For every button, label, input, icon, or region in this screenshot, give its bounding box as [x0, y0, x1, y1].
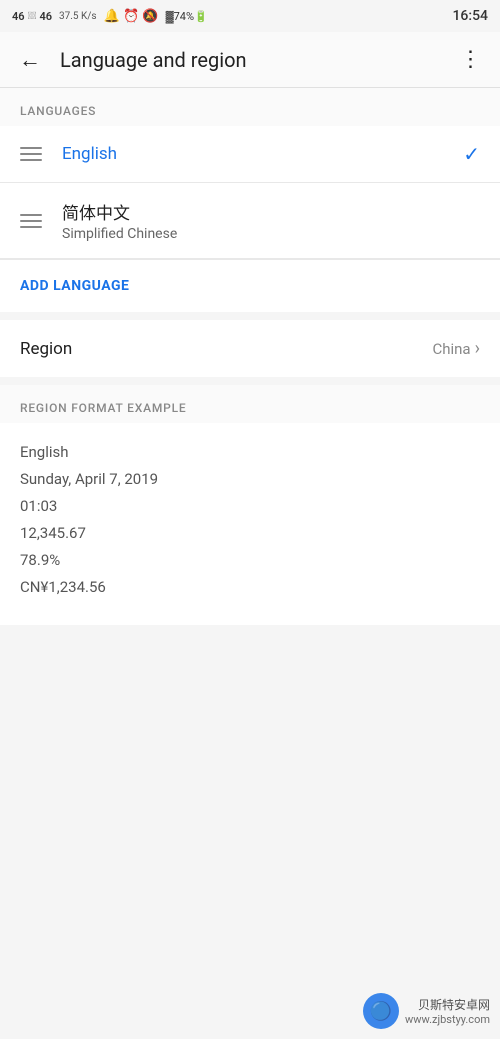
format-line-number: 12,345.67: [20, 520, 480, 547]
notification-icons: 🔔 ⏰ 🔕: [104, 9, 159, 24]
language-item-chinese[interactable]: 简体中文 Simplified Chinese: [0, 183, 500, 259]
more-dots-icon: ⋮: [460, 47, 481, 72]
page-title: Language and region: [60, 48, 448, 72]
region-label: Region: [20, 339, 432, 359]
lang-subtitle-chinese: Simplified Chinese: [62, 226, 480, 242]
format-section: REGION FORMAT EXAMPLE English Sunday, Ap…: [0, 385, 500, 625]
add-language-button[interactable]: ADD LANGUAGE: [0, 259, 500, 312]
watermark: 🔵 贝斯特安卓网 www.zjbstyy.com: [363, 993, 490, 1029]
more-options-button[interactable]: ⋮: [448, 38, 492, 82]
back-arrow-icon: ←: [19, 47, 41, 73]
format-content: English Sunday, April 7, 2019 01:03 12,3…: [0, 423, 500, 625]
watermark-url: www.zjbstyy.com: [405, 1013, 490, 1026]
languages-section: LANGUAGES English ✓ 简体中文 Simplified Chin…: [0, 88, 500, 312]
status-left: 46 ᷊ᷤ 46 37.5 K/s 🔔 ⏰ 🔕 ▓74%🔋: [12, 9, 208, 24]
lang-info-english: English: [62, 144, 463, 164]
format-line-currency: CN¥1,234.56: [20, 574, 480, 601]
drag-handle-english[interactable]: [20, 147, 42, 161]
format-line-date: Sunday, April 7, 2019: [20, 466, 480, 493]
status-bar: 46 ᷊ᷤ 46 37.5 K/s 🔔 ⏰ 🔕 ▓74%🔋 16:54: [0, 0, 500, 32]
lang-info-chinese: 简体中文 Simplified Chinese: [62, 199, 480, 242]
add-language-label: ADD LANGUAGE: [20, 278, 129, 294]
status-right: 16:54: [452, 8, 488, 24]
watermark-text: 贝斯特安卓网 www.zjbstyy.com: [405, 996, 490, 1026]
clock: 16:54: [452, 8, 488, 24]
region-item[interactable]: Region China ›: [0, 320, 500, 377]
chevron-right-icon: ›: [475, 338, 480, 359]
format-line-percent: 78.9%: [20, 547, 480, 574]
lang-name-english: English: [62, 144, 463, 164]
region-section: Region China ›: [0, 320, 500, 377]
watermark-icon: 🔵: [363, 993, 399, 1029]
battery-status: ▓74%🔋: [166, 10, 208, 23]
signal-sep: ᷊ᷤ: [28, 11, 37, 22]
signal-icon-1: 46: [12, 10, 25, 23]
format-header: REGION FORMAT EXAMPLE: [0, 385, 500, 423]
lang-name-chinese: 简体中文: [62, 199, 480, 224]
selected-checkmark-icon: ✓: [463, 142, 480, 166]
data-speed: 37.5 K/s: [59, 11, 97, 22]
watermark-site-name: 贝斯特安卓网: [405, 996, 490, 1013]
signal-icon-2: 46: [39, 10, 52, 23]
drag-handle-chinese[interactable]: [20, 214, 42, 228]
back-button[interactable]: ←: [8, 38, 52, 82]
format-line-time: 01:03: [20, 493, 480, 520]
region-value: China: [432, 340, 470, 358]
format-line-language: English: [20, 439, 480, 466]
languages-header: LANGUAGES: [0, 88, 500, 126]
app-bar: ← Language and region ⋮: [0, 32, 500, 88]
language-item-english[interactable]: English ✓: [0, 126, 500, 183]
